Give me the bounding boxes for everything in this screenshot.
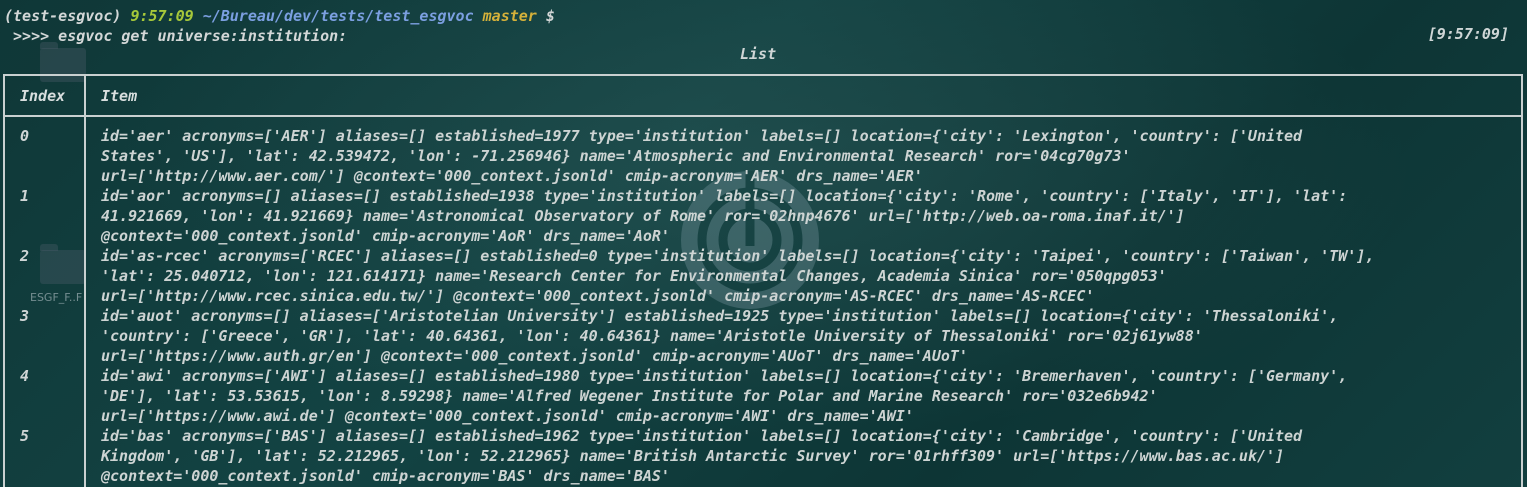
item-line: @context='000_context.jsonld' cmip-acron… [101, 467, 670, 485]
table-row-item: id='aer' acronyms=['AER'] aliases=[] est… [101, 126, 1516, 186]
table-header-divider [3, 115, 1523, 117]
table-row-index: 1 [20, 187, 30, 205]
item-line: id='aer' acronyms=['AER'] aliases=[] est… [101, 127, 1303, 145]
table-row-index: 5 [20, 427, 30, 445]
prompt-time: 9:57:09 [130, 7, 194, 25]
item-line: @context='000_context.jsonld' cmip-acron… [101, 227, 670, 245]
command-line: >>>> esgvoc get universe:institution: [4, 27, 348, 45]
item-line: id='bas' acronyms=['BAS'] aliases=[] est… [101, 427, 1303, 445]
item-line: id='awi' acronyms=['AWI'] aliases=[] est… [101, 367, 1348, 385]
item-line: 41.921669, 'lon': 41.921669} name='Astro… [101, 207, 1185, 225]
item-line: Kingdom', 'GB'], 'lat': 52.212965, 'lon'… [101, 447, 1285, 465]
item-line: 'lat': 25.040712, 'lon': 121.614171} nam… [101, 267, 1167, 285]
table-header-index: Index [20, 87, 66, 105]
item-line: url=['https://www.auth.gr/en'] @context=… [101, 347, 968, 365]
prompt-branch: master [482, 7, 537, 25]
item-line: id='auot' acronyms=[] aliases=['Aristote… [101, 307, 1339, 325]
prompt-symbol: $ [545, 7, 555, 25]
item-line: url=['https://www.awi.de'] @context='000… [101, 407, 914, 425]
item-line: url=['http://www.rcec.sinica.edu.tw/'] @… [101, 287, 1095, 305]
table-header-item: Item [101, 87, 138, 105]
prompt-path: ~/Bureau/dev/tests/test_esgvoc [202, 7, 474, 25]
table-row-item: id='aor' acronyms=[] aliases=[] establis… [101, 186, 1516, 246]
table-row-item: id='bas' acronyms=['BAS'] aliases=[] est… [101, 426, 1516, 486]
item-line: 'DE'], 'lat': 53.53615, 'lon': 8.59298} … [101, 387, 1158, 405]
shell-prompt: (test-esgvoc) 9:57:09 ~/Bureau/dev/tests… [4, 6, 555, 26]
item-line: 'country': ['Greece', 'GR'], 'lat': 40.6… [101, 327, 1203, 345]
table-row-item: id='as-rcec' acronyms=['RCEC'] aliases=[… [101, 246, 1516, 306]
prompt-env: (test-esgvoc) [4, 7, 122, 25]
table-row-index: 2 [20, 247, 30, 265]
command-clock: [9:57:09] [1427, 25, 1509, 43]
item-line: url=['http://www.aer.com/'] @context='00… [101, 167, 923, 185]
item-line: States', 'US'], 'lat': 42.539472, 'lon':… [101, 147, 1131, 165]
table-column-divider [84, 74, 86, 487]
table-row-index: 4 [20, 367, 30, 385]
terminal[interactable]: (test-esgvoc) 9:57:09 ~/Bureau/dev/tests… [0, 0, 1527, 487]
table-row-item: id='auot' acronyms=[] aliases=['Aristote… [101, 306, 1516, 366]
item-line: id='aor' acronyms=[] aliases=[] establis… [101, 187, 1348, 205]
table-title: List [740, 45, 777, 63]
table-row-index: 3 [20, 307, 30, 325]
item-line: id='as-rcec' acronyms=['RCEC'] aliases=[… [101, 247, 1375, 265]
table-row-item: id='awi' acronyms=['AWI'] aliases=[] est… [101, 366, 1516, 426]
table-row-index: 0 [20, 127, 30, 145]
